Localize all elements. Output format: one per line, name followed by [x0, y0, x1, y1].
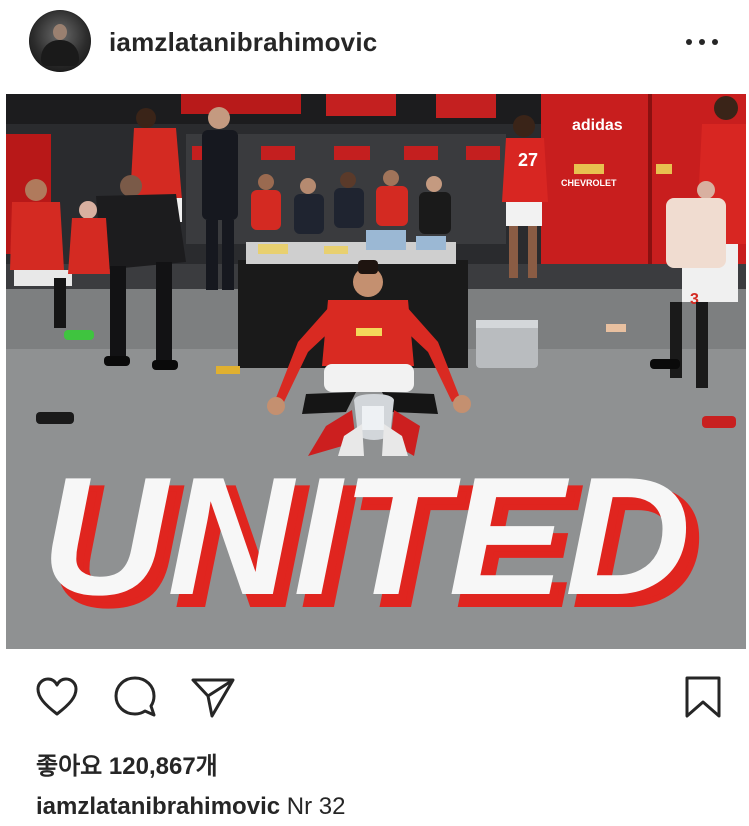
post-actions [0, 660, 749, 720]
post-caption: iamzlatanibrahimovic Nr 32 [36, 793, 345, 821]
likes-count[interactable]: 좋아요 120,867개 [36, 746, 218, 781]
united-floor-text: UNITED [41, 442, 691, 630]
heart-icon[interactable] [34, 674, 80, 720]
locker-room-scene: adidas CHEVROLET 27 3 UNITED UNITED [6, 94, 746, 649]
send-icon[interactable] [190, 674, 236, 720]
bookmark-icon[interactable] [680, 674, 726, 720]
comment-icon[interactable] [112, 674, 158, 720]
shirt-number-27: 27 [518, 150, 538, 170]
post-photo[interactable]: adidas CHEVROLET 27 3 UNITED UNITED [6, 94, 746, 649]
sponsor-wall-text: CHEVROLET [561, 178, 617, 188]
post-header: iamzlatanibrahimovic [0, 0, 749, 84]
more-horizontal-icon[interactable] [686, 30, 718, 54]
caption-username[interactable]: iamzlatanibrahimovic [36, 793, 280, 820]
post-username[interactable]: iamzlatanibrahimovic [109, 27, 377, 58]
avatar[interactable] [29, 10, 91, 72]
caption-text: Nr 32 [286, 793, 346, 820]
adidas-wall-text: adidas [572, 117, 623, 134]
